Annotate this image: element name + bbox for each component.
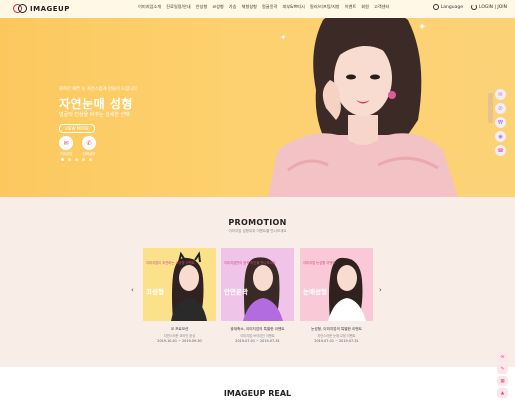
promo-card-label: 코성형 — [146, 288, 164, 296]
language-label: Language — [440, 4, 463, 10]
language-selector[interactable]: Language — [432, 4, 463, 10]
location-rail-icon[interactable]: ◉ — [495, 131, 506, 142]
slide-dot[interactable] — [68, 158, 71, 161]
quick-side-rail: ✉ ✆ ₩ ◉ ☎ — [495, 89, 506, 156]
real-section-title: IMAGEUP REAL — [223, 389, 292, 398]
phone-consult-label: 전화상담 — [82, 152, 96, 156]
promo-card-desc: 이미지업 브이라인 이벤트 — [240, 334, 275, 338]
hero-model-photo: ✦ ✦ — [268, 2, 458, 197]
hero-consult-buttons: ✉ 카톡상담 ✆ 전화상담 — [59, 136, 96, 156]
promo-card-date: 2019-10-01 ~ 2019-09-30 — [157, 339, 202, 343]
promo-model-photo — [243, 257, 283, 321]
promo-card-title: 코 프로모션 — [170, 327, 189, 331]
promo-model-photo — [328, 257, 366, 321]
nav-item[interactable]: 가슴 — [229, 4, 237, 10]
globe-icon — [432, 4, 439, 10]
chat-icon: ✆ — [82, 136, 96, 150]
phone-consult-button[interactable]: ✆ 전화상담 — [82, 136, 96, 156]
promo-card-label: 안면윤곽 — [224, 288, 248, 296]
price-rail-icon[interactable]: ₩ — [495, 117, 506, 128]
promo-card-title: 눈성형, 이미지업의 특별한 이벤트 — [311, 327, 362, 331]
promo-card-desc: 자연스러운 코라인 완성 — [163, 334, 196, 338]
promo-card[interactable]: 이미지업 눈성형 이벤트 눈매성형 눈성형, 이미지업의 특별한 이벤트 자연스… — [300, 248, 373, 350]
main-nav: 이미지업소개 진료일정/안내 안성형 코성형 가슴 체형성형 얼굴윤곽 피부&쁘… — [138, 4, 389, 10]
floating-quick-rail: ✉ ✎ ▦ ▲ — [497, 352, 508, 398]
nav-item[interactable]: 피부&쁘띠시 — [282, 4, 305, 10]
site-header: IMAGEUP 이미지업소개 진료일정/안내 안성형 코성형 가슴 체형성형 얼… — [0, 0, 515, 18]
promotion-section: PROMOTION 이미지업 성형외과 이벤트를 만나보세요 ‹ › 이미지업이… — [0, 197, 515, 367]
counsel-float-icon[interactable]: ✎ — [497, 364, 508, 374]
chat-rail-icon[interactable]: ✆ — [495, 103, 506, 114]
nav-item[interactable]: 체형성형 — [242, 4, 257, 10]
phone-rail-icon[interactable]: ☎ — [495, 145, 506, 156]
view-more-button[interactable]: VIEW MORE — [59, 124, 95, 133]
nav-item[interactable]: 고객센터 — [374, 4, 389, 10]
promotion-subtitle: 이미지업 성형외과 이벤트를 만나보세요 — [228, 229, 287, 233]
quick-menu-tab[interactable] — [488, 93, 493, 123]
promo-card-badge: 이미지업이 추천하는 코성형 이벤트 — [146, 261, 195, 265]
promo-card-date: 2019-07-01 ~ 2019-07-31 — [314, 339, 359, 343]
calendar-float-icon[interactable]: ▦ — [497, 376, 508, 386]
kakao-consult-button[interactable]: ✉ 카톡상담 — [59, 136, 73, 156]
svg-text:✦: ✦ — [280, 33, 287, 42]
site-logo[interactable]: IMAGEUP — [13, 4, 70, 13]
kakao-icon: ✉ — [59, 136, 73, 150]
slide-dot[interactable] — [82, 158, 85, 161]
nav-item[interactable]: 코성형 — [212, 4, 224, 10]
nav-item[interactable]: 이미지업소개 — [138, 4, 161, 10]
promo-model-photo — [171, 251, 207, 321]
power-icon — [470, 4, 477, 10]
promo-card-badge: 이미지업만의 윤곽 라인을 만나보세요 — [224, 261, 276, 265]
hero-banner: ✦ ✦ 원하던 예쁜 눈 자연스럽게 만들어 드립니다 자연눈매 성형 얼굴의 … — [0, 0, 515, 197]
svg-text:✦: ✦ — [418, 22, 426, 33]
kakao-consult-label: 카톡상담 — [59, 152, 73, 156]
login-label: LOGIN | JOIN — [478, 4, 507, 10]
slide-dot[interactable] — [89, 158, 92, 161]
promo-card-badge: 이미지업 눈성형 이벤트 — [303, 261, 336, 265]
promo-card-image: 이미지업이 추천하는 코성형 이벤트 코성형 — [143, 248, 216, 321]
promo-prev-arrow[interactable]: ‹ — [131, 286, 134, 294]
slide-dot[interactable] — [75, 158, 78, 161]
hero-subtitle: 얼굴의 인상을 바꾸는 섬세한 선택 — [59, 112, 130, 118]
promo-next-arrow[interactable]: › — [379, 286, 382, 294]
nav-item[interactable]: 진료일정/안내 — [166, 4, 191, 10]
hero-eyebrow-text: 원하던 예쁜 눈 자연스럽게 만들어 드립니다 — [59, 87, 137, 92]
nav-item[interactable]: 회원 — [361, 4, 369, 10]
kakao-rail-icon[interactable]: ✉ — [495, 89, 506, 100]
login-link[interactable]: LOGIN | JOIN — [470, 4, 507, 10]
header-utilities: Language LOGIN | JOIN — [432, 4, 507, 10]
promo-card-date: 2019-07-01 ~ 2019-07-31 — [235, 339, 280, 343]
promo-card[interactable]: 이미지업이 추천하는 코성형 이벤트 코성형 코 프로모션 자연스러운 코라인 … — [143, 248, 216, 350]
promo-card[interactable]: 이미지업만의 윤곽 라인을 만나보세요 안면윤곽 광대축소, 이미지업의 특별한… — [221, 248, 294, 350]
promo-card-image: 이미지업만의 윤곽 라인을 만나보세요 안면윤곽 — [221, 248, 294, 321]
top-float-icon[interactable]: ▲ — [497, 388, 508, 398]
slide-dot[interactable] — [61, 158, 64, 161]
logo-mark-icon — [13, 4, 27, 13]
slider-pagination — [61, 158, 92, 161]
promo-card-desc: 자연스러운 눈매 교정 이벤트 — [317, 334, 356, 338]
logo-text: IMAGEUP — [30, 4, 70, 13]
hero-title: 자연눈매 성형 — [59, 97, 133, 111]
nav-item[interactable]: 얼굴윤곽 — [262, 4, 277, 10]
nav-item[interactable]: 안성형 — [196, 4, 208, 10]
promo-card-label: 눈매성형 — [303, 288, 327, 296]
promotion-title: PROMOTION — [228, 218, 287, 227]
promo-card-image: 이미지업 눈성형 이벤트 눈매성형 — [300, 248, 373, 321]
real-section: IMAGEUP REAL — [0, 367, 515, 400]
nav-item[interactable]: 필러/리프팅/지방 — [310, 4, 340, 10]
kakao-float-icon[interactable]: ✉ — [497, 352, 508, 362]
promo-card-title: 광대축소, 이미지업의 특별한 이벤트 — [230, 327, 285, 331]
nav-item[interactable]: 이벤트 — [345, 4, 357, 10]
